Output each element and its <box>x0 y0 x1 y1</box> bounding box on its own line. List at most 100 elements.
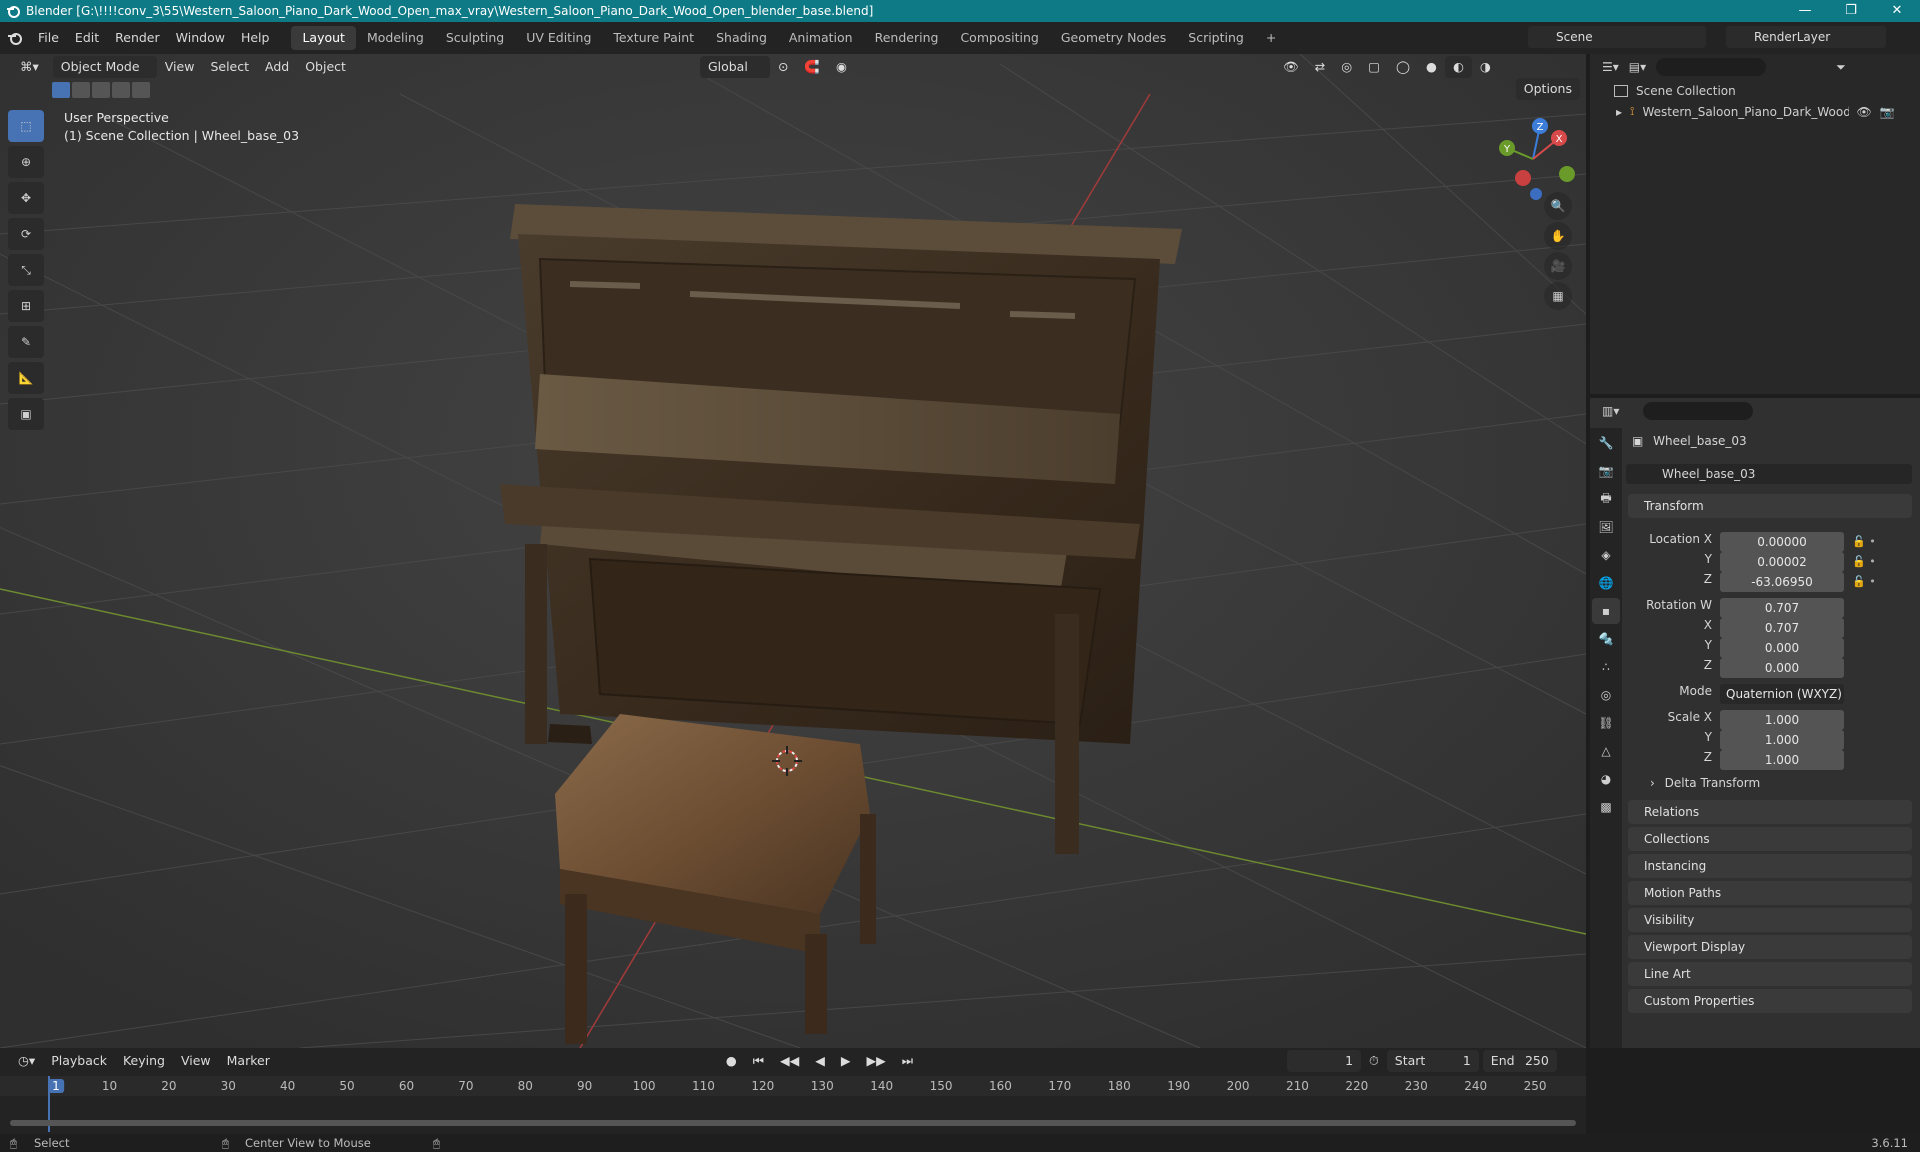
modifier-tab-icon[interactable]: 🔩 <box>1592 626 1620 652</box>
editor-type-icon[interactable]: ⌘▾ <box>12 56 47 78</box>
close-button[interactable]: ✕ <box>1874 0 1920 22</box>
lock-icon[interactable]: 🔓 • <box>1852 532 1892 552</box>
custom-properties-panel[interactable]: Custom Properties <box>1628 989 1912 1013</box>
add-workspace-button[interactable]: + <box>1255 26 1287 50</box>
world-tab-icon[interactable]: 🌐 <box>1592 570 1620 596</box>
menu-keying[interactable]: Keying <box>115 1050 173 1072</box>
maximize-button[interactable]: ❐ <box>1828 0 1874 22</box>
viewport-display-panel[interactable]: Viewport Display <box>1628 935 1912 959</box>
render-layer-selector[interactable]: RenderLayer <box>1726 26 1886 48</box>
select-box-tool[interactable]: ⬚ <box>8 110 44 142</box>
menu-playback[interactable]: Playback <box>43 1050 115 1072</box>
menu-object[interactable]: Object <box>297 56 354 78</box>
end-frame-field[interactable]: End 250 <box>1482 1050 1557 1072</box>
object-tab-icon[interactable]: ▪ <box>1592 598 1620 624</box>
filter-icon[interactable]: ⏷ <box>1836 60 1846 75</box>
zoom-icon[interactable]: 🔍 <box>1544 192 1572 220</box>
location-y-field[interactable]: 0.00002 <box>1720 552 1844 572</box>
menu-help[interactable]: Help <box>233 22 278 54</box>
transform-panel-header[interactable]: Transform <box>1628 494 1912 518</box>
play-icon[interactable]: ▶ <box>833 1050 859 1072</box>
select-invert-icon[interactable] <box>112 82 130 98</box>
delta-transform-subpanel[interactable]: › Delta Transform <box>1650 776 1760 796</box>
texture-tab-icon[interactable]: ▩ <box>1592 794 1620 820</box>
annotate-tool[interactable]: ✎ <box>8 326 44 358</box>
scale-y-field[interactable]: 1.000 <box>1720 730 1844 750</box>
scale-tool[interactable]: ⤡ <box>8 254 44 286</box>
minimize-button[interactable]: — <box>1782 0 1828 22</box>
move-tool[interactable]: ✥ <box>8 182 44 214</box>
collections-panel[interactable]: Collections <box>1628 827 1912 851</box>
outliner-item[interactable]: ▸ ⟟ Western_Saloon_Piano_Dark_Wood_Ope 👁… <box>1616 104 1916 119</box>
rotation-x-field[interactable]: 0.707 <box>1720 618 1844 638</box>
navigation-gizmo[interactable]: Z X Y <box>1488 114 1578 204</box>
visibility-icon[interactable]: 👁 <box>1275 56 1307 78</box>
scale-z-field[interactable]: 1.000 <box>1720 750 1844 770</box>
display-mode-icon[interactable]: ▤▾ <box>1629 60 1646 74</box>
menu-add[interactable]: Add <box>257 56 297 78</box>
options-dropdown[interactable]: Options <box>1515 78 1580 100</box>
eye-visibility-icon[interactable]: 👁 <box>1857 105 1872 119</box>
tab-texture-paint[interactable]: Texture Paint <box>602 26 705 50</box>
visibility-panel[interactable]: Visibility <box>1628 908 1912 932</box>
3d-viewport[interactable]: ⌘▾ Object Mode View Select Add Object Gl… <box>0 54 1586 1048</box>
scale-x-field[interactable]: 1.000 <box>1720 710 1844 730</box>
pan-hand-icon[interactable]: ✋ <box>1544 222 1572 250</box>
scene-tab-icon[interactable]: ◈ <box>1592 542 1620 568</box>
tab-modeling[interactable]: Modeling <box>356 26 435 50</box>
camera-view-icon[interactable]: 🎥 <box>1544 252 1572 280</box>
gizmo-toggle-icon[interactable]: ⇄ <box>1307 56 1333 78</box>
data-tab-icon[interactable]: △ <box>1592 738 1620 764</box>
view-layer-tab-icon[interactable]: 🖼 <box>1592 514 1620 540</box>
tab-compositing[interactable]: Compositing <box>949 26 1049 50</box>
transform-orientation-dropdown[interactable]: Global <box>699 56 770 78</box>
current-frame-field[interactable]: 1 <box>1287 1050 1362 1072</box>
location-z-field[interactable]: -63.06950 <box>1720 572 1844 592</box>
wireframe-shading-icon[interactable]: ◯ <box>1388 56 1418 78</box>
timeline-scrollbar[interactable] <box>10 1120 1576 1126</box>
lock-icon[interactable]: 🔓 • <box>1852 552 1892 572</box>
material-shading-icon[interactable]: ◐ <box>1444 56 1472 78</box>
select-subtract-icon[interactable] <box>92 82 110 98</box>
transform-tool[interactable]: ⊞ <box>8 290 44 322</box>
expand-arrow-icon[interactable]: ▸ <box>1616 105 1622 119</box>
object-name-field[interactable]: Wheel_base_03 <box>1626 464 1912 484</box>
tab-uv-editing[interactable]: UV Editing <box>515 26 602 50</box>
jump-end-icon[interactable]: ⏭ <box>894 1050 921 1072</box>
jump-start-icon[interactable]: ⏮ <box>745 1050 772 1072</box>
select-extend-icon[interactable] <box>72 82 90 98</box>
output-tab-icon[interactable]: 🖶 <box>1592 486 1620 512</box>
tab-shading[interactable]: Shading <box>705 26 778 50</box>
outliner-root-row[interactable]: Scene Collection <box>1614 84 1736 98</box>
rotation-mode-dropdown[interactable]: Quaternion (WXYZ) <box>1720 684 1844 704</box>
prev-keyframe-icon[interactable]: ◀◀ <box>772 1050 807 1072</box>
tab-geometry-nodes[interactable]: Geometry Nodes <box>1050 26 1177 50</box>
render-camera-icon[interactable]: 📷 <box>1880 105 1895 119</box>
blender-menu-icon[interactable] <box>0 30 30 46</box>
menu-file[interactable]: File <box>30 22 67 54</box>
menu-marker[interactable]: Marker <box>219 1050 278 1072</box>
rotation-y-field[interactable]: 0.000 <box>1720 638 1844 658</box>
properties-editor-icon[interactable]: ▥▾ <box>1602 404 1619 418</box>
scene-selector[interactable]: Scene <box>1528 26 1706 48</box>
menu-select[interactable]: Select <box>202 56 257 78</box>
record-icon[interactable]: ● <box>718 1050 745 1072</box>
tab-layout[interactable]: Layout <box>291 26 356 50</box>
menu-window[interactable]: Window <box>168 22 233 54</box>
overlays-icon[interactable]: ◎ <box>1333 56 1360 78</box>
rotation-z-field[interactable]: 0.000 <box>1720 658 1844 678</box>
rotate-tool[interactable]: ⟳ <box>8 218 44 250</box>
rotation-w-field[interactable]: 0.707 <box>1720 598 1844 618</box>
particles-tab-icon[interactable]: ∴ <box>1592 654 1620 680</box>
start-frame-field[interactable]: Start 1 <box>1386 1050 1479 1072</box>
xray-icon[interactable]: ▢ <box>1360 56 1388 78</box>
object-mode-dropdown[interactable]: Object Mode <box>52 56 157 78</box>
snap-icon[interactable]: 🧲 <box>796 56 828 78</box>
lock-icon[interactable]: 🔓 • <box>1852 572 1892 592</box>
instancing-panel[interactable]: Instancing <box>1628 854 1912 878</box>
constraints-tab-icon[interactable]: ⛓ <box>1592 710 1620 736</box>
material-tab-icon[interactable]: ◕ <box>1592 766 1620 792</box>
motion-paths-panel[interactable]: Motion Paths <box>1628 881 1912 905</box>
solid-shading-icon[interactable]: ● <box>1418 56 1445 78</box>
measure-tool[interactable]: 📐 <box>8 362 44 394</box>
